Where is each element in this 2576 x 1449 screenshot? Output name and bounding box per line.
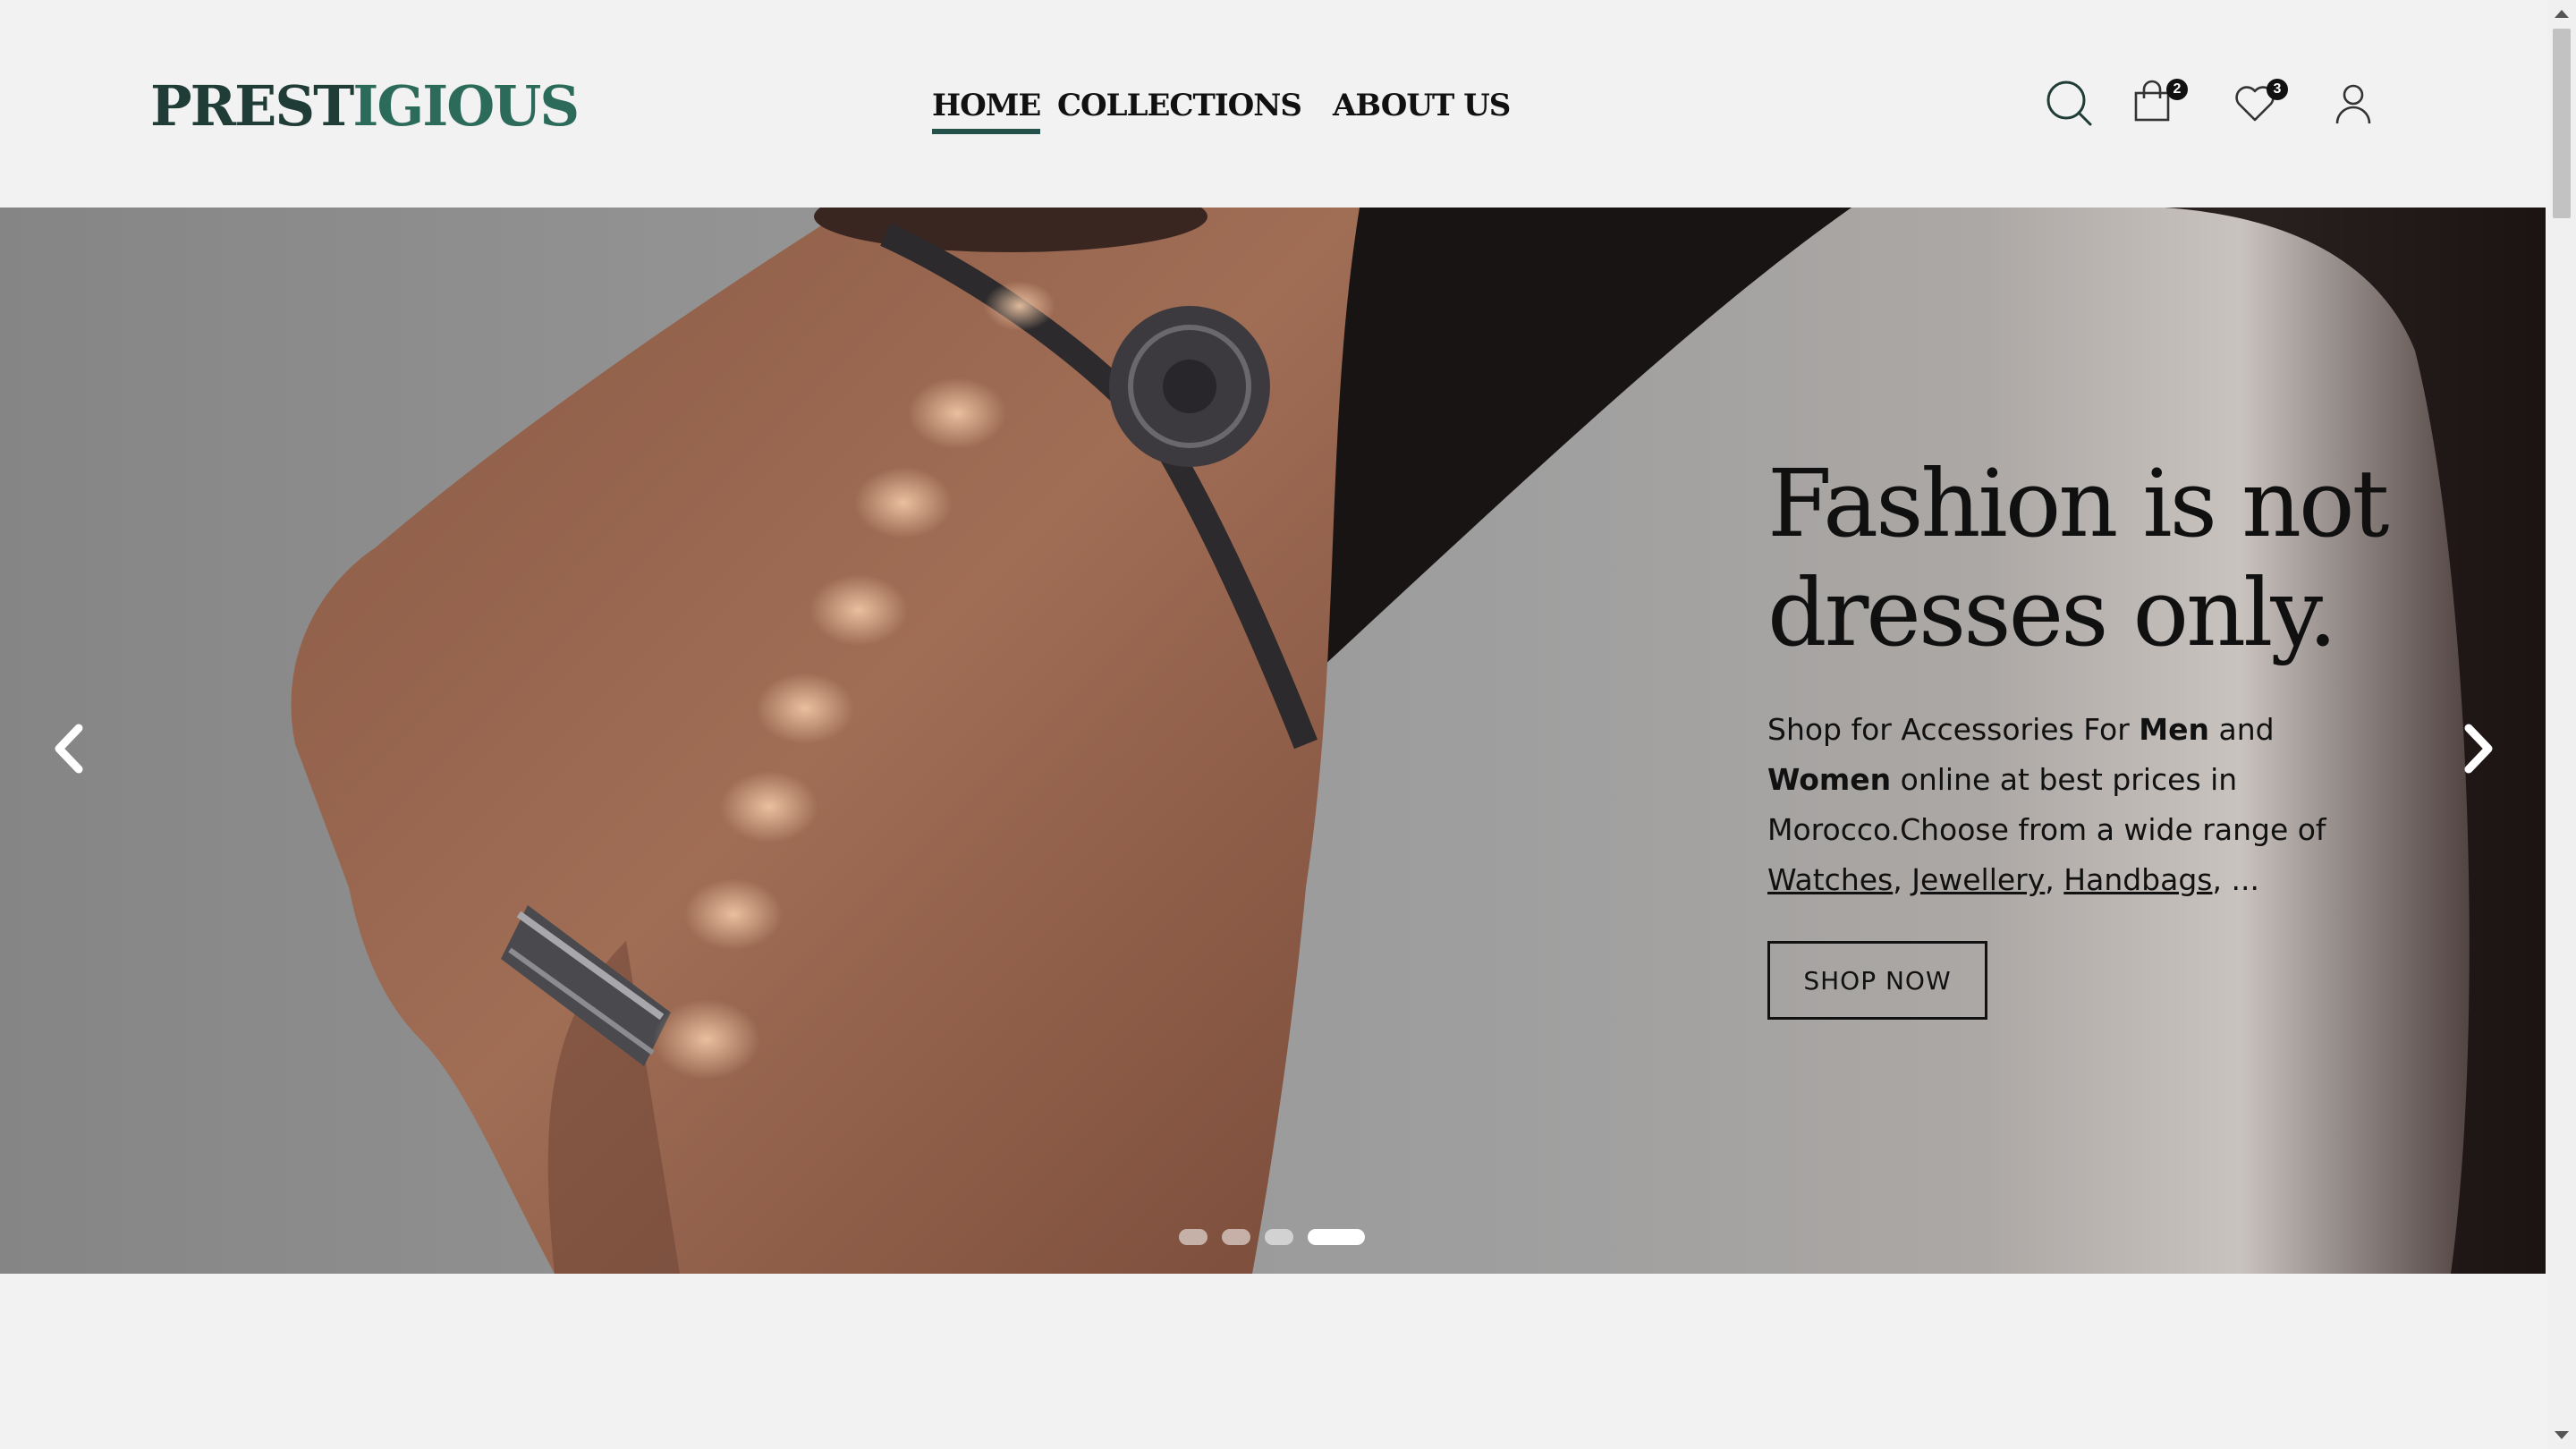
slide-dot-2[interactable]: [1222, 1229, 1250, 1245]
hero-title: Fashion is not dresses only.: [1767, 449, 2447, 667]
wishlist-count-badge: 3: [2267, 79, 2288, 100]
vertical-scrollbar[interactable]: [2547, 0, 2576, 1449]
shop-now-button[interactable]: SHOP NOW: [1767, 941, 1987, 1020]
link-handbags[interactable]: Handbags: [2063, 862, 2212, 897]
cart-count-badge: 2: [2166, 79, 2188, 100]
hero-text-men: Men: [2139, 712, 2210, 747]
site-header: PRESTIGIOUS HOME COLLECTIONS ABOUT US 2 …: [0, 0, 2547, 208]
slide-dot-4[interactable]: [1308, 1229, 1365, 1245]
nav-about-us[interactable]: ABOUT US: [1333, 84, 1511, 127]
hero-text-women: Women: [1767, 762, 1892, 797]
hero-text-sep-1: ,: [1893, 862, 1912, 897]
logo-part-2: IGIOUS: [352, 73, 580, 139]
hero-text-end: , ...: [2212, 862, 2259, 897]
scrollbar-thumb[interactable]: [2553, 29, 2571, 218]
nav-home[interactable]: HOME: [932, 84, 1041, 134]
hero-title-line-2: dresses only.: [1767, 558, 2337, 667]
hero-description: Shop for Accessories For Men and Women o…: [1767, 705, 2349, 905]
nav-collections[interactable]: COLLECTIONS: [1057, 84, 1302, 127]
slide-dot-3[interactable]: [1265, 1229, 1293, 1245]
link-watches[interactable]: Watches: [1767, 862, 1893, 897]
scroll-up-arrow-icon[interactable]: [2547, 0, 2576, 29]
user-icon[interactable]: [2329, 79, 2377, 127]
scroll-down-arrow-icon[interactable]: [2547, 1420, 2576, 1449]
chevron-left-icon[interactable]: [38, 708, 100, 789]
hero-text-part-2: and: [2209, 712, 2275, 747]
hero-text-part-1: Shop for Accessories For: [1767, 712, 2140, 747]
brand-logo[interactable]: PRESTIGIOUS: [150, 66, 580, 147]
hero-slider: Fashion is not dresses only. Shop for Ac…: [0, 208, 2546, 1274]
slide-dot-1[interactable]: [1179, 1229, 1208, 1245]
hero-text-sep-2: ,: [2045, 862, 2064, 897]
chevron-right-icon[interactable]: [2447, 708, 2510, 789]
logo-part-1: PREST: [150, 73, 354, 139]
search-icon[interactable]: [2045, 79, 2093, 127]
hero-title-line-1: Fashion is not: [1767, 449, 2389, 558]
link-jewellery[interactable]: Jewellery: [1911, 862, 2045, 897]
